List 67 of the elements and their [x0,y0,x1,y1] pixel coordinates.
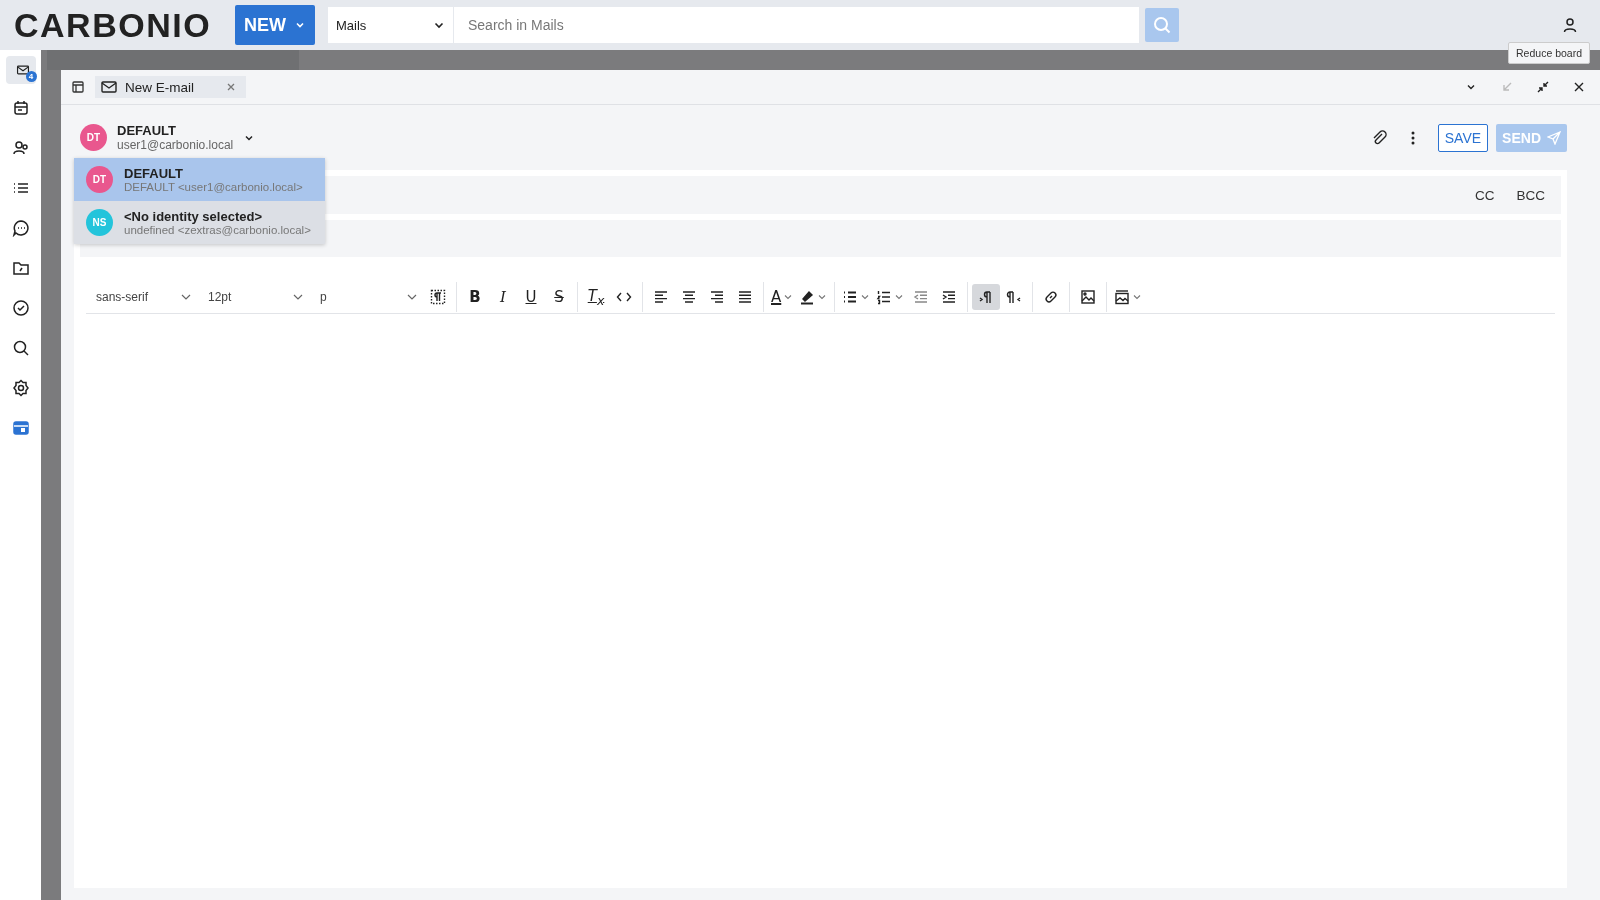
board-list-icon[interactable] [71,80,85,94]
caret-icon [894,292,905,302]
user-icon[interactable] [1562,17,1578,33]
settings-icon [11,379,30,397]
ltr-button[interactable] [972,284,1001,310]
sidebar-item[interactable]: 4 [5,56,36,84]
align-left-icon [653,289,669,305]
search-field[interactable]: Search in Mails [454,7,1139,43]
bcc-link[interactable]: BCC [1516,187,1545,203]
underline-button[interactable]: U [517,284,545,310]
tab-title: New E-mail [125,79,195,95]
board-icon [11,419,30,437]
send-icon [1547,130,1561,145]
contacts-icon [11,139,30,157]
inline-image-icon [1114,289,1131,305]
caret-icon [1132,292,1143,302]
tasks-icon [11,299,30,317]
format-select[interactable]: p [310,283,424,311]
image-icon [1080,289,1097,305]
chat-icon [11,219,30,237]
caret-icon [783,292,794,302]
search-icon [1152,15,1172,35]
rtl-icon [1006,289,1023,305]
close-icon [1573,81,1585,93]
board-tab[interactable]: New E-mail [95,76,246,98]
avatar: DT [86,166,113,193]
justify-icon [737,289,753,305]
identity-option[interactable]: DT DEFAULT DEFAULT <user1@carbonio.local> [74,158,325,201]
arrow-down-left-icon [1501,81,1513,93]
unread-badge: 4 [25,71,37,82]
identity-name: DEFAULT [117,123,177,138]
identity-address: user1@carbonio.local [117,138,234,152]
cc-link[interactable]: CC [1475,187,1495,203]
tooltip: Reduce board [1508,42,1590,64]
outdent-icon [913,289,930,305]
shrink-icon [1537,81,1549,93]
caret-icon [860,292,871,302]
italic-button[interactable]: I [489,284,517,310]
scope-select[interactable]: Mails [328,7,454,43]
identity-address: DEFAULT <user1@carbonio.local> [124,181,303,193]
link-icon [1043,289,1060,305]
files-icon [11,259,30,277]
avatar: DT [80,124,107,151]
strike-button[interactable]: S [545,284,573,310]
align-right-icon [709,289,725,305]
identity-selector[interactable]: DT DEFAULT user1@carbonio.local [80,123,256,152]
save-button[interactable]: SAVE [1437,123,1489,152]
search-icon [11,339,30,357]
blocks-icon [430,289,446,305]
font-select[interactable]: sans-serif [86,283,198,311]
calendar-icon [11,99,30,117]
text-color-button[interactable]: A [768,284,797,310]
numbers-icon [876,289,893,305]
bold-button[interactable]: B [461,284,489,310]
avatar: NS [86,209,113,236]
mail-icon [101,80,117,94]
caret-icon [817,292,828,302]
size-select[interactable]: 12pt [198,283,310,311]
highlight-icon [799,289,816,305]
identity-address: undefined <zextras@carbonio.local> [124,224,311,236]
logo: CARBONIO [14,5,213,45]
new-button[interactable]: NEW [235,5,315,45]
align-center-icon [681,289,697,305]
bullets-icon [842,289,859,305]
clear-button[interactable]: T$_{x}$ [582,284,610,310]
indent-icon [941,289,958,305]
close-icon[interactable] [226,82,236,92]
